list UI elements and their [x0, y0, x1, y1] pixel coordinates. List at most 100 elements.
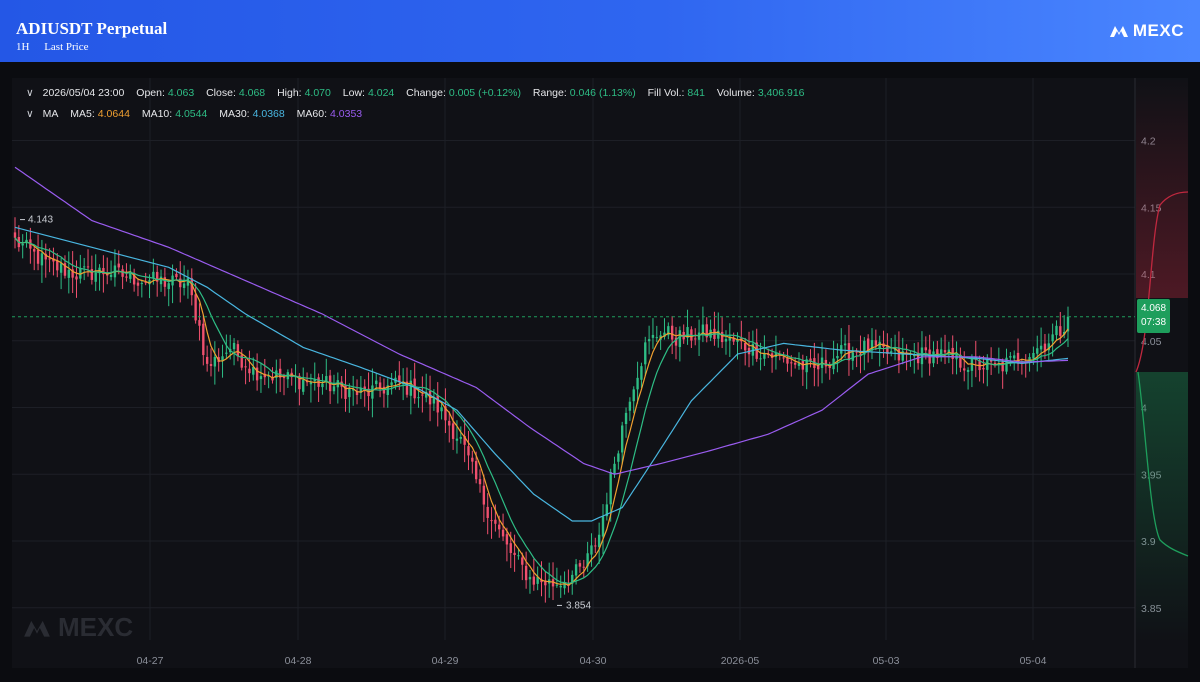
- candle-body: [67, 269, 70, 278]
- candle-body: [836, 355, 839, 359]
- candle-body: [13, 232, 17, 238]
- time-axis: 04-27 04-28 04-29 04-30 2026-05 05-03 05-04: [137, 655, 1047, 667]
- time-tick-label: 04-29: [432, 655, 459, 667]
- candle-body: [521, 557, 524, 565]
- candle-body: [175, 273, 178, 278]
- candle-body: [986, 359, 989, 370]
- candle-body: [809, 358, 812, 361]
- candle-body: [817, 365, 820, 370]
- candle-body: [644, 342, 647, 365]
- last-price-value: 4.068: [1140, 303, 1167, 314]
- candle-body: [578, 563, 582, 567]
- candle-body: [528, 577, 532, 580]
- candle-body: [486, 506, 489, 518]
- time-tick-label: 05-04: [1020, 655, 1047, 667]
- candle-body: [1032, 352, 1035, 359]
- candle-body: [582, 566, 585, 568]
- candle-body: [48, 258, 51, 260]
- candle-body: [202, 323, 205, 356]
- candle-body: [167, 283, 170, 290]
- time-tick-label: 05-03: [873, 655, 900, 667]
- candle-body: [421, 394, 424, 396]
- candle-body: [478, 479, 482, 485]
- candle-body: [632, 389, 635, 402]
- candle-body: [617, 453, 620, 462]
- candle-body: [244, 366, 247, 368]
- candle-body: [455, 438, 459, 441]
- mexc-watermark-icon: [24, 620, 50, 637]
- candle-body: [594, 545, 597, 547]
- low-label: Low:: [342, 87, 365, 99]
- ma-collapse-chevron-icon[interactable]: ∨: [26, 108, 34, 120]
- axis-shade-up: [1136, 78, 1188, 298]
- candle-body: [601, 516, 605, 537]
- candle-body: [720, 331, 724, 343]
- candle-body: [471, 457, 474, 462]
- time-tick-label: 04-27: [137, 655, 164, 667]
- candle-body: [670, 325, 674, 340]
- candle-body: [759, 358, 762, 360]
- chart-grid: [12, 78, 1135, 640]
- candle-body: [647, 339, 651, 342]
- candle-body: [613, 463, 616, 475]
- candle-body: [321, 383, 324, 388]
- candle-body: [136, 282, 140, 286]
- candle-body: [1055, 325, 1058, 336]
- time-tick-label: 04-30: [580, 655, 607, 667]
- candle-body: [874, 340, 878, 346]
- candle-body: [371, 385, 374, 399]
- watermark: MEXC: [22, 612, 133, 643]
- fillvol-value: 841: [687, 87, 705, 99]
- candle-body: [125, 276, 128, 278]
- candle-body: [448, 420, 451, 426]
- candle-body: [390, 382, 393, 385]
- candle-body: [59, 263, 63, 273]
- candle-body: [209, 364, 213, 366]
- candle-body: [259, 376, 263, 380]
- candle-body: [494, 519, 497, 524]
- candle-body: [248, 368, 251, 374]
- candle-body: [1039, 345, 1043, 350]
- time-tick-label: 2026-05: [721, 655, 760, 667]
- candle-body: [524, 565, 528, 581]
- ma-label: MA: [42, 108, 59, 120]
- ohlc-info-bar: ∨ 2026/05/04 23:00 Open: 4.063 Close: 4.06…: [26, 87, 808, 99]
- ma60-value: 4.0353: [330, 108, 363, 120]
- candle-body: [847, 343, 851, 361]
- candlestick-chart[interactable]: 4.24.154.14.0543.953.93.85 04-2704-2804-…: [0, 0, 1200, 682]
- candle-body: [140, 283, 144, 285]
- candle-body: [1001, 361, 1004, 372]
- ma60-label: MA60:: [296, 108, 328, 120]
- candle-body: [94, 272, 97, 282]
- candle-body: [743, 342, 747, 351]
- collapse-chevron-icon[interactable]: ∨: [26, 87, 34, 99]
- candle-body: [640, 366, 643, 380]
- candle-body: [993, 362, 997, 364]
- candle-body: [498, 524, 501, 530]
- candle-body: [36, 249, 40, 264]
- candle-body: [232, 342, 236, 350]
- candle-body: [982, 367, 985, 370]
- candle-body: [790, 362, 793, 364]
- close-value: 4.068: [238, 87, 266, 99]
- candle-body: [840, 345, 843, 354]
- candle-body: [221, 356, 224, 361]
- candle-body: [33, 249, 36, 252]
- candle-body: [897, 348, 901, 361]
- candle-body: [532, 576, 536, 585]
- candle-body: [655, 337, 658, 339]
- bar-datetime: 2026/05/04 23:00: [42, 87, 125, 99]
- price-axis: 4.24.154.14.0543.953.93.85: [1134, 78, 1189, 668]
- candle-body: [851, 352, 854, 361]
- low-value: 4.024: [367, 87, 395, 99]
- candle-body: [1013, 355, 1016, 359]
- axis-shade-down: [1136, 372, 1188, 642]
- candle-body: [82, 266, 86, 268]
- candle-body: [505, 534, 509, 545]
- candle-body: [440, 407, 443, 412]
- fillvol-label: Fill Vol.:: [647, 87, 685, 99]
- open-value: 4.063: [167, 87, 195, 99]
- candle-body: [694, 338, 697, 340]
- min-price-label: 3.854: [566, 600, 591, 611]
- candle-body: [205, 356, 209, 364]
